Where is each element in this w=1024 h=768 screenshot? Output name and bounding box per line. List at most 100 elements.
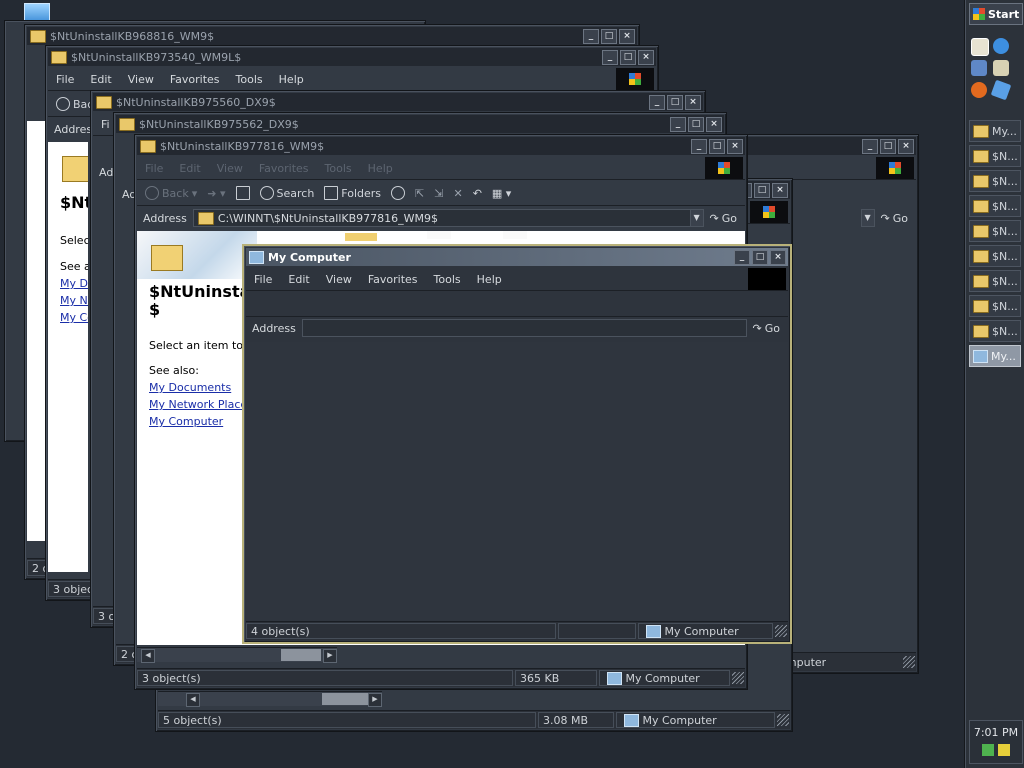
search-button[interactable]: Search (259, 186, 314, 200)
minimize-button[interactable]: _ (691, 138, 707, 154)
scroll-thumb[interactable] (281, 649, 321, 661)
messenger-icon[interactable] (990, 79, 1012, 101)
minimize-button[interactable]: _ (583, 28, 599, 44)
menu-edit[interactable]: Edit (82, 73, 119, 86)
menu-edit[interactable]: Edit (280, 273, 317, 286)
resize-grip[interactable] (732, 672, 744, 684)
resize-grip[interactable] (903, 656, 915, 668)
maximize-button[interactable]: □ (752, 249, 768, 265)
close-button[interactable]: × (727, 138, 743, 154)
volume-icon[interactable] (998, 744, 1010, 756)
taskbar-button[interactable]: $N... (969, 320, 1021, 342)
horizontal-scrollbar[interactable]: ◀ ▶ (137, 647, 337, 663)
menu-edit[interactable]: Edit (171, 162, 208, 175)
menu-view[interactable]: View (209, 162, 251, 175)
taskbar-button[interactable]: $N... (969, 195, 1021, 217)
close-button[interactable]: × (619, 28, 635, 44)
close-button[interactable]: × (772, 182, 788, 198)
menu-file[interactable]: File (246, 273, 280, 286)
close-button[interactable]: × (770, 249, 786, 265)
forward-button[interactable]: ➜ ▾ (207, 187, 225, 200)
maximize-button[interactable]: □ (667, 94, 683, 110)
go-button[interactable]: ↷ Go (704, 212, 745, 225)
firefox-icon[interactable] (971, 82, 987, 98)
link-my-computer[interactable]: My Computer (149, 415, 223, 428)
outlook-icon[interactable] (993, 38, 1009, 54)
ie-icon[interactable] (971, 38, 989, 56)
link-my-network-places[interactable]: My Network Places (149, 398, 253, 411)
menu-tools[interactable]: Tools (426, 273, 469, 286)
scroll-right-button[interactable]: ▶ (368, 693, 382, 707)
taskbar-button[interactable]: $N... (969, 170, 1021, 192)
back-button[interactable]: Back ▾ (145, 186, 197, 200)
scroll-left-button[interactable]: ◀ (186, 693, 200, 707)
go-button[interactable]: ↷ Go (875, 212, 916, 225)
start-button[interactable]: Start (969, 3, 1023, 25)
folder-file-icon[interactable] (345, 233, 377, 241)
titlebar[interactable]: $NtUninstallKB973540_WM9L$ _ □ × (48, 48, 656, 66)
copy-to-button[interactable]: ⇲ (434, 187, 443, 200)
history-button[interactable] (391, 186, 406, 200)
delete-button[interactable]: ✕ (453, 187, 462, 200)
menu-view[interactable]: View (120, 73, 162, 86)
maximize-button[interactable]: □ (754, 182, 770, 198)
scroll-thumb[interactable] (322, 693, 370, 705)
scroll-right-button[interactable]: ▶ (323, 649, 337, 663)
close-button[interactable]: × (638, 49, 654, 65)
go-button[interactable]: ↷ Go (747, 322, 788, 335)
close-button[interactable]: × (706, 116, 722, 132)
maximize-button[interactable]: □ (709, 138, 725, 154)
undo-button[interactable]: ↶ (473, 187, 482, 200)
menu-favorites[interactable]: Favorites (251, 162, 317, 175)
document-file-icon[interactable] (427, 231, 451, 239)
move-to-button[interactable]: ⇱ (415, 187, 424, 200)
link-my-documents[interactable]: My Do (60, 277, 88, 290)
taskbar-button[interactable]: $N... (969, 295, 1021, 317)
titlebar[interactable]: $NtUninstallKB968816_WM9$ _ □ × (27, 27, 637, 45)
address-field[interactable] (301, 319, 747, 337)
close-button[interactable]: × (898, 138, 914, 154)
link-my-network-places[interactable]: My Ne (60, 294, 88, 307)
maximize-button[interactable]: □ (601, 28, 617, 44)
maximize-button[interactable]: □ (620, 49, 636, 65)
taskbar-button[interactable]: $N... (969, 270, 1021, 292)
menu-help[interactable]: Help (360, 162, 401, 175)
menu-view[interactable]: View (318, 273, 360, 286)
window-my-computer[interactable]: My Computer _ □ × File Edit View Favorit… (242, 244, 792, 644)
horizontal-scrollbar[interactable]: ◀ ▶ (158, 691, 382, 707)
minimize-button[interactable]: _ (649, 94, 665, 110)
titlebar[interactable]: $NtUninstallKB975562_DX9$ _ □ × (116, 115, 724, 133)
menu-favorites[interactable]: Favorites (360, 273, 426, 286)
menu-help[interactable]: Help (469, 273, 510, 286)
menu-favorites[interactable]: Favorites (162, 73, 228, 86)
maximize-button[interactable]: □ (880, 138, 896, 154)
minimize-button[interactable]: _ (670, 116, 686, 132)
link-my-documents[interactable]: My Documents (149, 381, 231, 394)
network-icon[interactable] (982, 744, 994, 756)
taskbar-button[interactable]: $N... (969, 220, 1021, 242)
minimize-button[interactable]: _ (602, 49, 618, 65)
maximize-button[interactable]: □ (688, 116, 704, 132)
taskbar-button-active[interactable]: My... (969, 345, 1021, 367)
search-icon[interactable] (993, 60, 1009, 76)
menu-help[interactable]: Help (271, 73, 312, 86)
desktop-icon[interactable] (971, 60, 987, 76)
folders-button[interactable]: Folders (324, 186, 381, 200)
address-field[interactable]: C:\WINNT\$NtUninstallKB977816_WM9$ (192, 209, 691, 227)
menu-file[interactable]: File (137, 162, 171, 175)
menu-tools[interactable]: Tools (228, 73, 271, 86)
up-folder-button[interactable] (235, 186, 250, 200)
menu-tools[interactable]: Tools (317, 162, 360, 175)
link-my-computer[interactable]: My Co (60, 311, 88, 324)
menu-file[interactable]: File (48, 73, 82, 86)
resize-grip[interactable] (777, 714, 789, 726)
taskbar-button[interactable]: $N... (969, 245, 1021, 267)
taskbar-button[interactable]: $N... (969, 145, 1021, 167)
minimize-button[interactable]: _ (734, 249, 750, 265)
address-dropdown[interactable]: ▼ (689, 209, 704, 227)
clock[interactable]: 7:01 PM (970, 726, 1022, 739)
titlebar[interactable]: $NtUninstallKB977816_WM9$ _ □ × (137, 137, 745, 155)
close-button[interactable]: × (685, 94, 701, 110)
scroll-left-button[interactable]: ◀ (141, 649, 155, 663)
titlebar[interactable]: My Computer _ □ × (246, 248, 788, 266)
